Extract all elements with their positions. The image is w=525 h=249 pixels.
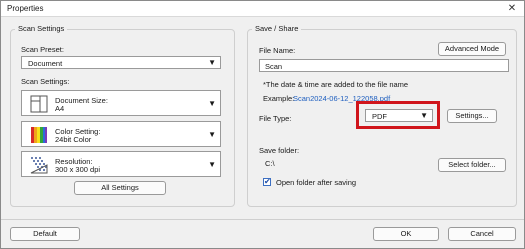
chevron-down-icon: ▼	[208, 99, 216, 108]
document-size-select[interactable]: Document Size: A4 ▼	[21, 90, 221, 116]
example-label: Example:	[263, 94, 295, 103]
file-type-settings-button[interactable]: Settings...	[447, 109, 497, 123]
title-bar: Properties ✕	[1, 1, 524, 17]
advanced-mode-button[interactable]: Advanced Mode	[438, 42, 506, 56]
file-name-input[interactable]: Scan	[259, 59, 509, 72]
all-settings-button[interactable]: All Settings	[74, 181, 166, 195]
ok-button[interactable]: OK	[373, 227, 439, 241]
resolution-icon	[30, 157, 48, 174]
window-title: Properties	[7, 4, 44, 13]
scan-settings-legend: Scan Settings	[15, 24, 68, 33]
properties-dialog: Properties ✕ Scan Settings Scan Preset: …	[0, 0, 525, 249]
document-size-value: A4	[55, 104, 65, 113]
file-name-label: File Name:	[259, 46, 296, 55]
scan-settings-label: Scan Settings:	[21, 77, 70, 86]
checkmark-icon: ✔	[264, 177, 271, 186]
resolution-value: 300 x 300 dpi	[55, 165, 101, 174]
scan-preset-select[interactable]: Document ▼	[21, 56, 221, 69]
open-folder-checkbox[interactable]: ✔	[263, 177, 271, 186]
open-folder-label[interactable]: Open folder after saving	[276, 178, 356, 187]
date-time-note: *The date & time are added to the file n…	[263, 80, 409, 89]
close-icon[interactable]: ✕	[504, 1, 520, 17]
color-setting-value: 24bit Color	[55, 135, 92, 144]
scan-preset-label: Scan Preset:	[21, 45, 64, 54]
file-name-value: Scan	[265, 62, 283, 71]
chevron-down-icon: ▼	[420, 111, 428, 120]
save-folder-path: C:\	[265, 159, 275, 168]
file-type-label: File Type:	[259, 114, 292, 123]
color-setting-select[interactable]: Color Setting: 24bit Color ▼	[21, 121, 221, 147]
resolution-select[interactable]: Resolution: 300 x 300 dpi ▼	[21, 151, 221, 177]
chevron-down-icon: ▼	[208, 58, 216, 67]
chevron-down-icon: ▼	[208, 130, 216, 139]
save-folder-label: Save folder:	[259, 146, 300, 155]
save-share-legend: Save / Share	[252, 24, 302, 33]
file-type-select[interactable]: PDF ▼	[365, 109, 433, 122]
default-button[interactable]: Default	[10, 227, 80, 241]
chevron-down-icon: ▼	[208, 160, 216, 169]
scan-preset-value: Document	[28, 59, 63, 68]
footer-divider	[1, 219, 524, 220]
select-folder-button[interactable]: Select folder...	[438, 158, 506, 172]
file-type-value: PDF	[372, 112, 387, 121]
color-setting-icon	[31, 127, 47, 143]
document-size-icon	[30, 95, 48, 113]
cancel-button[interactable]: Cancel	[448, 227, 516, 241]
